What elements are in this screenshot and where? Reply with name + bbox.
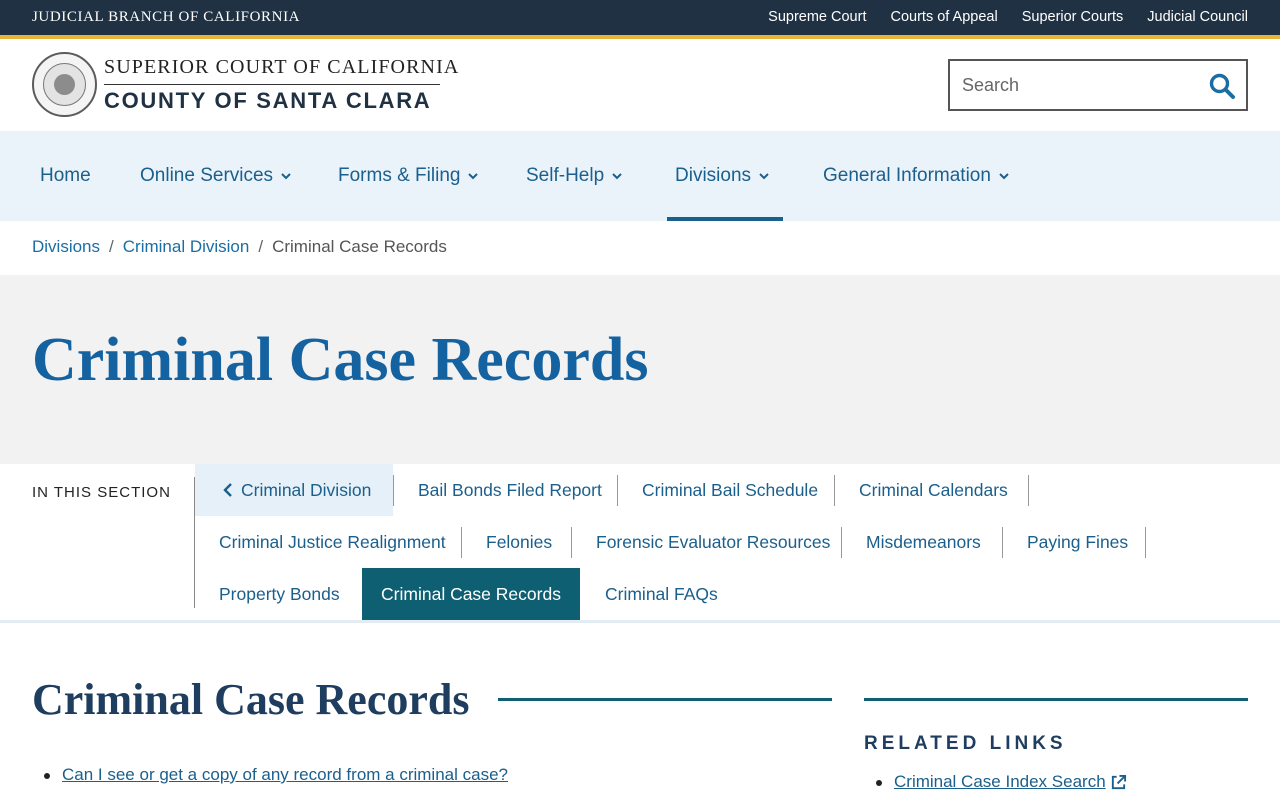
nav-forms-filing[interactable]: Forms & Filing [338,131,479,221]
top-link-judicial-council[interactable]: Judicial Council [1147,9,1248,25]
top-links: Supreme Court Courts of Appeal Superior … [768,9,1248,25]
nav-general-information[interactable]: General Information [823,131,1010,221]
search-box [948,59,1248,111]
content-heading-rule [498,698,832,701]
section-bottom-border [0,620,1280,623]
subnav-property-bonds[interactable]: Property Bonds [219,568,340,620]
chevron-down-icon [612,173,622,180]
main-navigation: Home Online Services Forms & Filing Self… [0,131,1280,221]
chevron-down-icon [759,173,769,180]
gold-accent-stripe [0,35,1280,39]
subnav-bail-bonds-filed-report[interactable]: Bail Bonds Filed Report [418,464,602,516]
breadcrumb-separator: / [258,237,264,256]
subnav-divider [1002,527,1003,558]
nav-divisions-label: Divisions [675,165,752,186]
subnav-divider [841,527,842,558]
nav-home[interactable]: Home [40,131,91,221]
subnav-divider [461,527,462,558]
court-name-line1[interactable]: SUPERIOR COURT OF CALIFORNIA [104,56,459,79]
nav-general-information-label: General Information [823,165,991,186]
subnav-forensic-evaluator-resources[interactable]: Forensic Evaluator Resources [596,516,830,568]
nav-self-help-label: Self-Help [526,165,605,186]
nav-online-services-label: Online Services [140,165,274,186]
subnav-divider [1028,475,1029,506]
subnav-paying-fines[interactable]: Paying Fines [1027,516,1128,568]
subnav-felonies[interactable]: Felonies [486,516,552,568]
chevron-down-icon [999,173,1009,180]
breadcrumb-current: Criminal Case Records [272,237,447,256]
subnav-divider [834,475,835,506]
page-hero: Criminal Case Records [0,275,1280,464]
page-title: Criminal Case Records [32,326,649,394]
subnav-criminal-bail-schedule[interactable]: Criminal Bail Schedule [642,464,818,516]
search-icon [1209,73,1235,99]
subnav-criminal-case-records-active[interactable]: Criminal Case Records [362,568,580,620]
breadcrumb-divisions[interactable]: Divisions [32,237,100,257]
top-link-courts-of-appeal[interactable]: Courts of Appeal [890,9,997,25]
nav-active-indicator [667,217,783,221]
search-button[interactable] [1208,72,1236,100]
top-link-supreme-court[interactable]: Supreme Court [768,9,866,25]
judicial-branch-link[interactable]: JUDICIAL BRANCH OF CALIFORNIA [32,9,300,26]
external-link-icon [1111,774,1126,789]
court-name-line2[interactable]: COUNTY OF SANTA CLARA [104,88,431,114]
subnav-criminal-faqs[interactable]: Criminal FAQs [605,568,718,620]
chevron-down-icon [468,173,479,180]
related-link-item: Criminal Case Index Search [894,772,1127,792]
chevron-down-icon [281,173,291,180]
search-input[interactable] [962,73,1202,97]
in-this-section-label: IN THIS SECTION [32,484,171,501]
subnav-divider [571,527,572,558]
subnav-divider [1145,527,1146,558]
related-links-rule [864,698,1248,701]
seal-inner-ring [43,63,86,106]
content-link-list: Can I see or get a copy of any record fr… [62,765,508,785]
subnav-divider [393,475,394,506]
breadcrumb-separator: / [109,237,114,256]
link-criminal-case-index-search[interactable]: Criminal Case Index Search [894,772,1106,792]
breadcrumb-criminal-division[interactable]: Criminal Division [123,237,250,257]
nav-online-services[interactable]: Online Services [140,131,292,221]
subnav-criminal-calendars[interactable]: Criminal Calendars [859,464,1008,516]
related-links-heading: RELATED LINKS [864,733,1067,754]
link-criminal-record-copy[interactable]: Can I see or get a copy of any record fr… [62,765,508,784]
nav-forms-filing-label: Forms & Filing [338,165,461,186]
seal-emblem [54,74,75,95]
top-utility-bar: JUDICIAL BRANCH OF CALIFORNIA Supreme Co… [0,0,1280,35]
list-bullet [876,780,882,786]
subnav-back-label: Criminal Division [241,479,372,500]
nav-home-label: Home [40,165,91,186]
nav-divisions[interactable]: Divisions [675,131,770,221]
subnav-back-criminal-division[interactable]: Criminal Division [195,464,393,516]
chevron-left-icon [223,483,232,497]
subnav-misdemeanors[interactable]: Misdemeanors [866,516,981,568]
nav-self-help[interactable]: Self-Help [526,131,623,221]
court-seal-logo[interactable] [32,52,97,117]
list-bullet [44,773,50,779]
subnav-divider [617,475,618,506]
content-heading: Criminal Case Records [32,675,470,724]
top-link-superior-courts[interactable]: Superior Courts [1022,9,1124,25]
subnav-criminal-justice-realignment[interactable]: Criminal Justice Realignment [219,516,446,568]
breadcrumb: Divisions / Criminal Division / Criminal… [32,237,447,257]
court-name-divider [104,84,440,85]
